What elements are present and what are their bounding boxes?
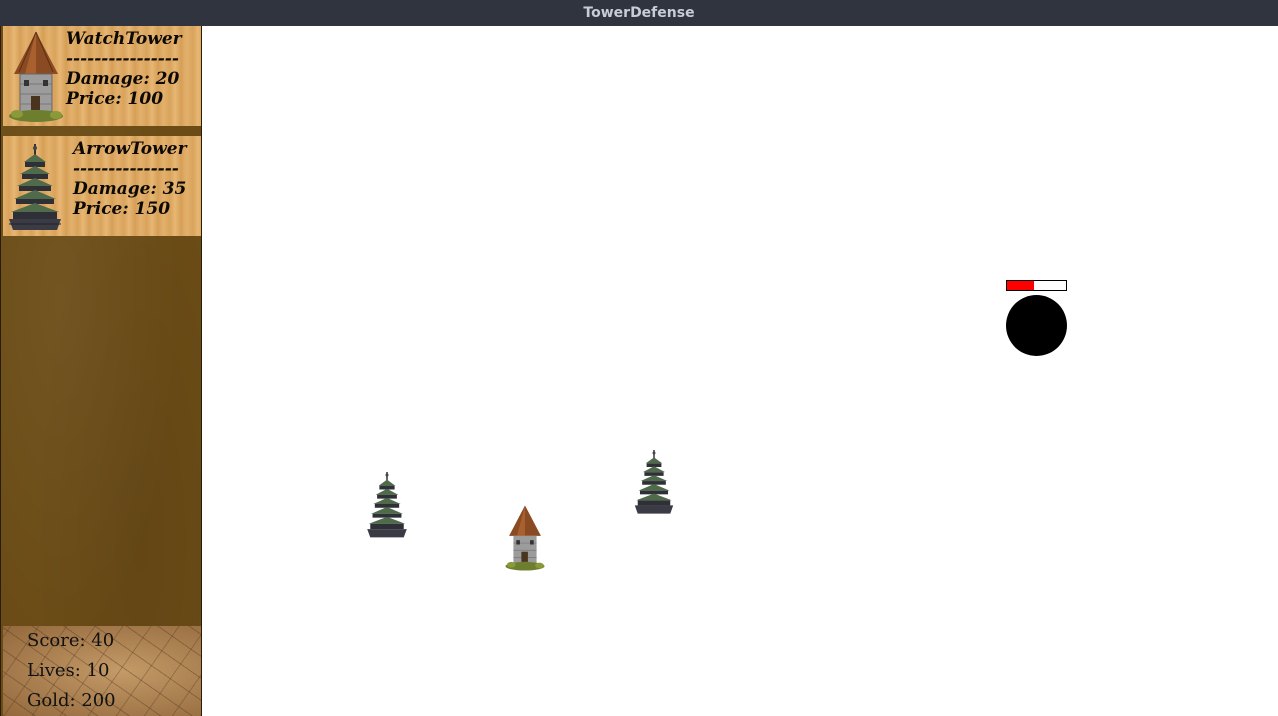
arrowtower-icon [9,144,61,230]
shop-item-watchtower[interactable]: WatchTower ---------------- Damage: 20 P… [3,26,201,126]
watchtower-icon [9,31,63,122]
tower-divider: --------------- [73,159,179,179]
tower-damage: Damage: 20 [66,69,180,89]
enemy-unit [1006,280,1068,356]
enemy-health-fill [1007,281,1034,290]
tower-price: Price: 100 [66,89,164,109]
tower-price: Price: 150 [73,199,171,219]
gold-label: Gold: 200 [27,690,116,711]
shop-item-arrowtower[interactable]: ArrowTower --------------- Damage: 35 Pr… [3,136,201,236]
lives-label: Lives: 10 [27,660,110,681]
tower-shop-sidebar: WatchTower ---------------- Damage: 20 P… [0,26,202,716]
window-title: TowerDefense [0,0,1278,26]
tower-name: ArrowTower [73,139,187,159]
enemy-body [1006,295,1067,356]
tower-damage: Damage: 35 [73,179,187,199]
score-label: Score: 40 [27,630,115,651]
enemy-health-bar [1006,280,1067,291]
game-map[interactable] [202,26,1278,716]
placed-watchtower-icon[interactable] [502,504,548,572]
shop-item-text: ArrowTower --------------- Damage: 35 Pr… [73,139,187,219]
placed-arrowtower-icon[interactable] [364,472,410,542]
shop-item-text: WatchTower ---------------- Damage: 20 P… [66,29,182,109]
player-stats-panel: Score: 40 Lives: 10 Gold: 200 [3,626,201,716]
tower-name: WatchTower [66,29,182,49]
tower-divider: ---------------- [66,49,179,69]
placed-arrowtower-icon[interactable] [631,450,677,518]
